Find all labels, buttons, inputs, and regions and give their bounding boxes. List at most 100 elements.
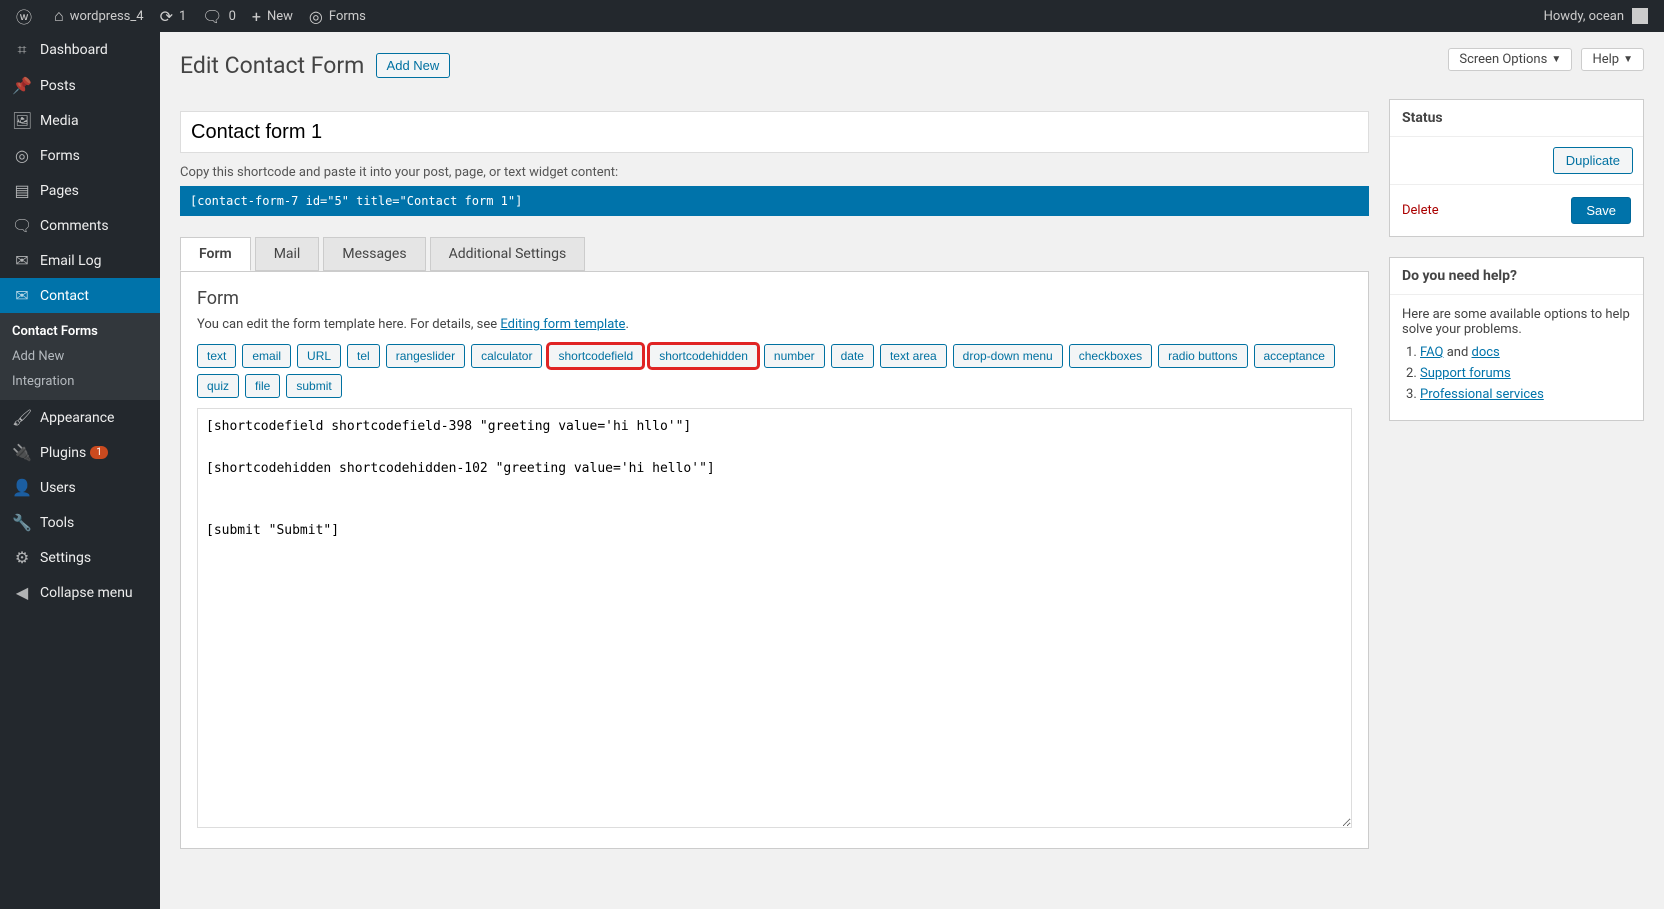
faq-link[interactable]: FAQ: [1420, 345, 1443, 360]
form-title-input[interactable]: [180, 111, 1369, 153]
submenu-add-new[interactable]: Add New: [0, 344, 160, 369]
help-text: Here are some available options to help …: [1402, 307, 1631, 337]
site-name-link[interactable]: ⌂wordpress_4: [46, 0, 152, 32]
tag-button-shortcodefield[interactable]: shortcodefield: [548, 344, 643, 368]
help-button[interactable]: Help▼: [1581, 48, 1644, 71]
new-content-link[interactable]: + New: [244, 0, 301, 32]
menu-media[interactable]: 🖼Media: [0, 103, 160, 138]
shortcode-hint: Copy this shortcode and paste it into yo…: [180, 165, 1369, 180]
tab-messages[interactable]: Messages: [323, 237, 425, 271]
save-button[interactable]: Save: [1571, 197, 1631, 224]
plus-icon: +: [252, 7, 261, 26]
menu-tools[interactable]: 🔧Tools: [0, 505, 160, 540]
help-item-support: Support forums: [1420, 366, 1631, 381]
tag-button-URL[interactable]: URL: [297, 344, 341, 368]
tag-button-text[interactable]: text: [197, 344, 236, 368]
settings-icon: ⚙: [12, 548, 32, 567]
tag-button-email[interactable]: email: [242, 344, 291, 368]
pro-services-link[interactable]: Professional services: [1420, 387, 1544, 402]
tab-additional[interactable]: Additional Settings: [430, 237, 586, 271]
editor-tabs: Form Mail Messages Additional Settings: [180, 237, 1369, 272]
adminbar-forms-link[interactable]: ◎ Forms: [301, 0, 374, 32]
docs-link[interactable]: docs: [1472, 345, 1500, 360]
collapse-menu[interactable]: ◀Collapse menu: [0, 575, 160, 610]
tag-button-shortcodehidden[interactable]: shortcodehidden: [649, 344, 758, 368]
home-icon: ⌂: [54, 6, 64, 26]
menu-pages[interactable]: ▤Pages: [0, 173, 160, 208]
status-box: Status Duplicate Delete Save: [1389, 99, 1644, 237]
plugins-icon: 🔌: [12, 443, 32, 462]
wp-logo[interactable]: ⓦ: [8, 0, 46, 32]
menu-settings[interactable]: ⚙Settings: [0, 540, 160, 575]
tag-button-date[interactable]: date: [831, 344, 874, 368]
tag-button-acceptance[interactable]: acceptance: [1254, 344, 1335, 368]
status-title: Status: [1390, 100, 1643, 137]
form-heading: Form: [197, 288, 1352, 309]
forms-icon: ◎: [12, 146, 32, 165]
tag-button-number[interactable]: number: [764, 344, 825, 368]
help-item-faq: FAQ and docs: [1420, 345, 1631, 360]
editing-template-link[interactable]: Editing form template: [500, 317, 625, 332]
media-icon: 🖼: [12, 111, 32, 130]
help-item-pro: Professional services: [1420, 387, 1631, 402]
tag-button-text-area[interactable]: text area: [880, 344, 947, 368]
appearance-icon: 🖌: [12, 408, 32, 427]
caret-down-icon: ▼: [1551, 54, 1561, 65]
tag-button-tel[interactable]: tel: [347, 344, 380, 368]
tag-button-submit[interactable]: submit: [286, 374, 341, 398]
help-box: Do you need help? Here are some availabl…: [1389, 257, 1644, 421]
tag-button-radio-buttons[interactable]: radio buttons: [1158, 344, 1247, 368]
comments-icon: 🗨: [12, 216, 32, 235]
menu-contact[interactable]: ✉Contact: [0, 278, 160, 313]
page-title: Edit Contact Form: [180, 42, 364, 79]
add-new-button[interactable]: Add New: [376, 53, 451, 78]
tab-mail[interactable]: Mail: [255, 237, 320, 271]
submenu-integration[interactable]: Integration: [0, 369, 160, 394]
support-link[interactable]: Support forums: [1420, 366, 1511, 381]
tag-button-drop-down-menu[interactable]: drop-down menu: [953, 344, 1063, 368]
help-title: Do you need help?: [1390, 258, 1643, 295]
comment-icon: 🗨: [202, 7, 222, 26]
tag-button-quiz[interactable]: quiz: [197, 374, 239, 398]
menu-email-log[interactable]: ✉Email Log: [0, 243, 160, 278]
form-template-textarea[interactable]: [197, 408, 1352, 828]
menu-forms[interactable]: ◎Forms: [0, 138, 160, 173]
tag-button-calculator[interactable]: calculator: [471, 344, 542, 368]
form-detail-text: You can edit the form template here. For…: [197, 317, 1352, 332]
tab-form[interactable]: Form: [180, 237, 251, 271]
menu-appearance[interactable]: 🖌Appearance: [0, 400, 160, 435]
menu-posts[interactable]: 📌Posts: [0, 68, 160, 103]
collapse-icon: ◀: [12, 583, 32, 602]
forms-icon: ◎: [309, 7, 323, 26]
tools-icon: 🔧: [12, 513, 32, 532]
howdy-text: Howdy, ocean: [1544, 9, 1624, 24]
tag-button-file[interactable]: file: [245, 374, 280, 398]
screen-options-button[interactable]: Screen Options▼: [1448, 48, 1572, 71]
duplicate-button[interactable]: Duplicate: [1553, 147, 1633, 174]
submenu-contact-forms[interactable]: Contact Forms: [0, 319, 160, 344]
menu-dashboard[interactable]: ⌗Dashboard: [0, 32, 160, 68]
tag-button-checkboxes[interactable]: checkboxes: [1069, 344, 1152, 368]
comments-count: 0: [229, 9, 236, 24]
menu-users[interactable]: 👤Users: [0, 470, 160, 505]
updates-icon: ⟳: [160, 7, 173, 26]
tag-buttons-row: textemailURLtelrangeslidercalculatorshor…: [197, 344, 1352, 398]
updates-link[interactable]: ⟳1: [152, 0, 195, 32]
avatar-icon: [1632, 8, 1648, 24]
menu-comments[interactable]: 🗨Comments: [0, 208, 160, 243]
mail-icon: ✉: [12, 251, 32, 270]
plugins-badge: 1: [90, 446, 108, 459]
new-label: New: [267, 9, 293, 24]
comments-link[interactable]: 🗨0: [194, 0, 244, 32]
menu-plugins[interactable]: 🔌Plugins1: [0, 435, 160, 470]
pin-icon: 📌: [12, 76, 32, 95]
users-icon: 👤: [12, 478, 32, 497]
dashboard-icon: ⌗: [12, 40, 32, 60]
shortcode-display[interactable]: [contact-form-7 id="5" title="Contact fo…: [180, 186, 1369, 216]
adminbar-forms-label: Forms: [329, 9, 366, 24]
pages-icon: ▤: [12, 181, 32, 200]
updates-count: 1: [179, 9, 186, 24]
tag-button-rangeslider[interactable]: rangeslider: [386, 344, 465, 368]
delete-link[interactable]: Delete: [1402, 203, 1439, 218]
my-account-link[interactable]: Howdy, ocean: [1536, 0, 1656, 32]
